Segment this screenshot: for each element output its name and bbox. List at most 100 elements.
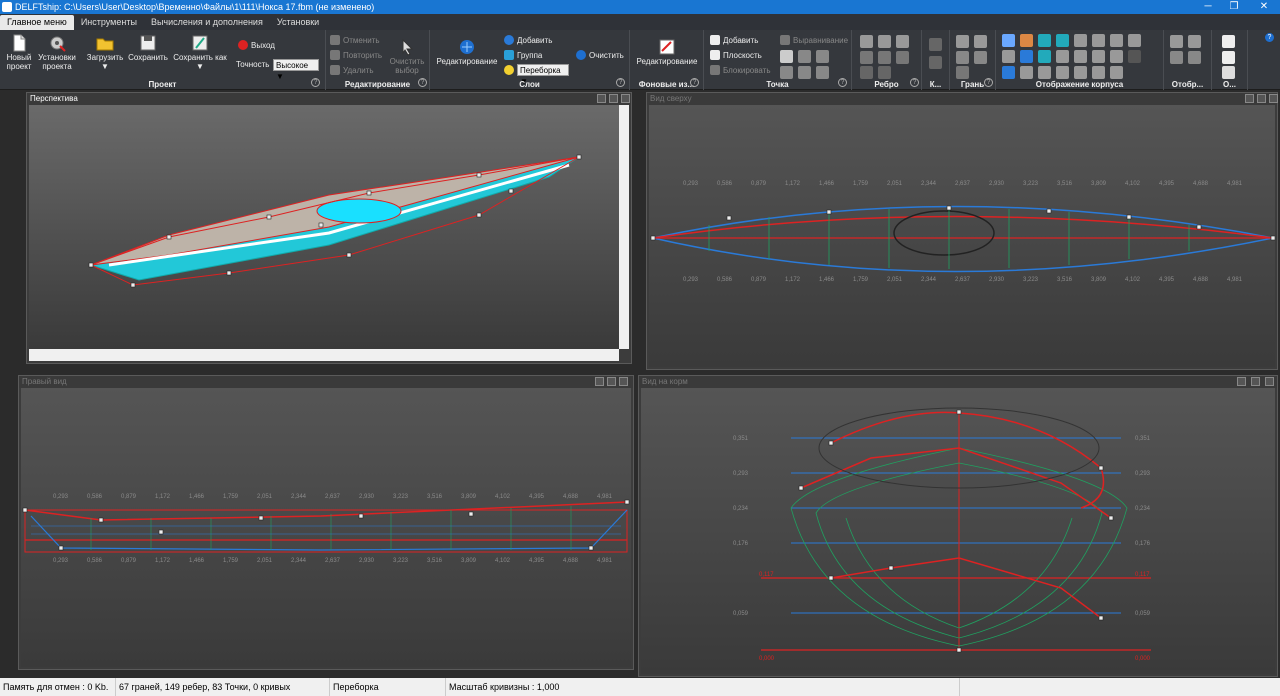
side-view-canvas[interactable]: 0,293 0,586 0,879 1,172 1,466 1,759 2,05…: [21, 388, 631, 667]
viewport-maximize-button[interactable]: [609, 94, 618, 103]
project-setup-button[interactable]: Установки проекта: [36, 34, 78, 71]
active-layer-control[interactable]: [504, 65, 517, 75]
edit-help-icon[interactable]: ?: [418, 78, 427, 87]
hull-display-icon[interactable]: [1128, 50, 1141, 63]
options-icon[interactable]: [1222, 66, 1235, 79]
hull-display-icon[interactable]: [1110, 66, 1123, 79]
tab-settings[interactable]: Установки: [270, 15, 326, 30]
viewport-close-button[interactable]: [619, 377, 628, 386]
face-tool-icon[interactable]: [956, 35, 969, 48]
side-viewport[interactable]: Правый вид 0,293 0,586 0,879 1,172 1,466: [18, 375, 634, 670]
point-add-button[interactable]: Добавить: [710, 35, 758, 45]
layers-help-icon[interactable]: ?: [616, 78, 625, 87]
hull-display-icon[interactable]: [1020, 66, 1033, 79]
edge-tool-icon[interactable]: [860, 66, 873, 79]
tab-tools[interactable]: Инструменты: [74, 15, 144, 30]
face-tool-icon[interactable]: [974, 51, 987, 64]
hull-display-icon[interactable]: [1092, 50, 1105, 63]
viewport-minimize-button[interactable]: [597, 94, 606, 103]
hull-display-icon[interactable]: [1020, 34, 1033, 47]
viewport-close-button[interactable]: [1269, 94, 1278, 103]
hull-display-icon[interactable]: [1056, 50, 1069, 63]
layers-edit-button[interactable]: Редактирование: [434, 38, 500, 66]
body-plan-canvas[interactable]: 0,351 0,293 0,234 0,176 0,059 0,351 0,29…: [641, 388, 1275, 674]
viewport-minimize-button[interactable]: [1245, 94, 1254, 103]
new-project-button[interactable]: Новый проект: [4, 34, 34, 71]
hull-display-icon[interactable]: [1092, 66, 1105, 79]
load-button[interactable]: Загрузить ▼: [86, 34, 124, 71]
point-plane-button[interactable]: Плоскость: [710, 50, 762, 60]
save-button[interactable]: Сохранить: [126, 34, 170, 62]
view-tool-icon[interactable]: [1170, 35, 1183, 48]
tab-calculations[interactable]: Вычисления и дополнения: [144, 15, 270, 30]
edge-tool-icon[interactable]: [878, 35, 891, 48]
point-tool-icon[interactable]: [780, 50, 793, 63]
save-as-button[interactable]: Сохранить как ▼: [172, 34, 228, 71]
hull-display-icon[interactable]: [1056, 66, 1069, 79]
hull-display-icon[interactable]: [1074, 50, 1087, 63]
hull-display-icon[interactable]: [1074, 66, 1087, 79]
viewport-close-button[interactable]: [1265, 377, 1274, 386]
hull-display-icon[interactable]: [1002, 34, 1015, 47]
background-edit-button[interactable]: Редактирование: [634, 38, 700, 66]
point-tool-icon[interactable]: [780, 66, 793, 79]
top-viewport[interactable]: Вид сверху 0,293 0,586 0,879 1,172 1,466…: [646, 92, 1278, 370]
edge-tool-icon[interactable]: [860, 35, 873, 48]
hull-display-icon[interactable]: [1110, 50, 1123, 63]
hull-display-icon[interactable]: [1038, 66, 1051, 79]
viewport-maximize-button[interactable]: [1251, 377, 1260, 386]
edge-tool-icon[interactable]: [896, 35, 909, 48]
help-icon[interactable]: ?: [1265, 33, 1274, 42]
hull-display-icon[interactable]: [1002, 66, 1015, 79]
redo-button[interactable]: Повторить: [330, 50, 382, 60]
vertical-scrollbar[interactable]: [619, 105, 629, 349]
undo-button[interactable]: Отменить: [330, 35, 380, 45]
edge-tool-icon[interactable]: [860, 51, 873, 64]
active-layer-select[interactable]: Переборка ▼: [517, 64, 569, 86]
edge-tool-icon[interactable]: [896, 51, 909, 64]
hull-display-icon[interactable]: [1092, 34, 1105, 47]
body-plan-viewport[interactable]: Вид на корм 0,351 0,293 0,234 0,176 0,05…: [638, 375, 1278, 677]
background-help-icon[interactable]: ?: [690, 78, 699, 87]
view-tool-icon[interactable]: [1188, 51, 1201, 64]
precision-select[interactable]: Высокое ▼: [273, 59, 319, 81]
point-tool-icon[interactable]: [816, 50, 829, 63]
edge-tool-icon[interactable]: [878, 66, 891, 79]
view-tool-icon[interactable]: [1170, 51, 1183, 64]
project-help-icon[interactable]: ?: [311, 78, 320, 87]
perspective-canvas[interactable]: [29, 105, 619, 349]
top-view-canvas[interactable]: 0,293 0,586 0,879 1,172 1,466 1,759 2,05…: [649, 105, 1275, 367]
edge-tool-icon[interactable]: [878, 51, 891, 64]
hull-display-icon[interactable]: [1110, 34, 1123, 47]
curve-tool-icon[interactable]: [929, 56, 942, 69]
hull-display-icon[interactable]: [1056, 34, 1069, 47]
viewport-close-button[interactable]: [621, 94, 630, 103]
face-tool-icon[interactable]: [956, 51, 969, 64]
face-help-icon[interactable]: ?: [984, 78, 993, 87]
point-lock-button[interactable]: Блокировать: [710, 65, 771, 75]
point-tool-icon[interactable]: [816, 66, 829, 79]
viewport-minimize-button[interactable]: [1237, 377, 1246, 386]
point-tool-icon[interactable]: [798, 66, 811, 79]
point-tool-icon[interactable]: [798, 50, 811, 63]
maximize-button[interactable]: ❐: [1222, 0, 1246, 14]
hull-display-icon[interactable]: [1038, 50, 1051, 63]
delete-button[interactable]: Удалить: [330, 65, 374, 75]
layer-clear-button[interactable]: Очистить: [576, 50, 624, 60]
viewport-minimize-button[interactable]: [595, 377, 604, 386]
viewport-maximize-button[interactable]: [607, 377, 616, 386]
point-align-button[interactable]: Выравнивание: [780, 35, 848, 45]
viewport-maximize-button[interactable]: [1257, 94, 1266, 103]
face-tool-icon[interactable]: [974, 35, 987, 48]
minimize-button[interactable]: ─: [1196, 0, 1220, 14]
options-icon[interactable]: [1222, 35, 1235, 48]
clear-selection-button[interactable]: Очистить выбор: [388, 38, 426, 75]
hull-display-icon[interactable]: [1074, 34, 1087, 47]
hull-display-icon[interactable]: [1128, 34, 1141, 47]
options-icon[interactable]: [1222, 51, 1235, 64]
edge-help-icon[interactable]: ?: [910, 78, 919, 87]
face-tool-icon[interactable]: [956, 66, 969, 79]
tab-main-menu[interactable]: Главное меню: [0, 15, 74, 30]
hull-display-icon[interactable]: [1002, 50, 1015, 63]
exit-button[interactable]: Выход: [238, 40, 275, 50]
